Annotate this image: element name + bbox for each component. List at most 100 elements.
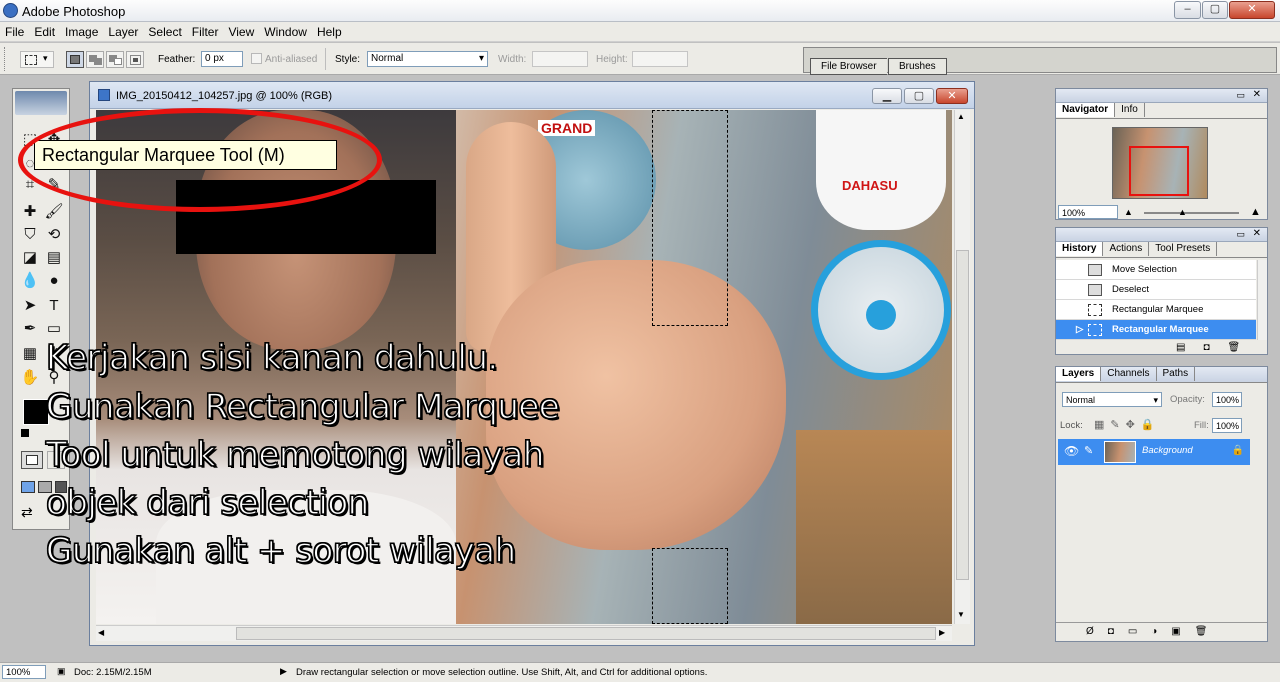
menu-image[interactable]: Image (60, 22, 103, 42)
screen-mode-standard-icon[interactable] (21, 481, 35, 493)
tab-info[interactable]: Info (1115, 103, 1145, 117)
intersect-selection-icon[interactable] (126, 51, 144, 68)
history-item[interactable]: Move Selection (1056, 260, 1256, 280)
lock-icons[interactable]: ▦✎✥🔒 (1094, 418, 1161, 431)
history-step-icon (1088, 284, 1102, 296)
notes-tool-icon[interactable]: ▦ (19, 343, 41, 365)
style-select[interactable]: Normal ▾ (367, 51, 488, 67)
menu-view[interactable]: View (223, 22, 259, 42)
zoom-in-icon[interactable]: ▲ (1250, 206, 1261, 218)
layer-thumbnail (1104, 441, 1136, 463)
tab-tool-presets[interactable]: Tool Presets (1149, 242, 1218, 256)
history-item[interactable]: Rectangular Marquee (1056, 300, 1256, 320)
vertical-scroll-thumb[interactable] (956, 250, 969, 580)
layers-footer-icons[interactable]: Ø◘▭◑▣🗑 (1056, 622, 1267, 641)
menu-filter[interactable]: Filter (187, 22, 224, 42)
tab-paths[interactable]: Paths (1157, 367, 1196, 381)
zoom-slider-thumb[interactable]: ▲ (1178, 207, 1187, 217)
navigator-palette-header[interactable]: ▭ ✕ (1056, 89, 1267, 103)
status-arrow-icon[interactable]: ▶ (280, 666, 287, 677)
opacity-label: Opacity: (1170, 394, 1205, 405)
tab-brushes[interactable]: Brushes (888, 58, 947, 75)
menu-select[interactable]: Select (143, 22, 186, 42)
palette-minimize-icon[interactable]: ▭ (1236, 229, 1245, 240)
height-input[interactable] (632, 51, 688, 67)
zoom-slider-track[interactable] (1144, 212, 1239, 214)
doc-minimize-button[interactable]: ▁ (872, 88, 902, 104)
type-tool-icon[interactable]: T (43, 295, 65, 317)
add-to-selection-icon[interactable] (86, 51, 104, 68)
eye-icon[interactable]: 👁 (1064, 444, 1079, 458)
anti-aliased-checkbox[interactable] (251, 53, 262, 64)
history-list: Move Selection Deselect Rectangular Marq… (1056, 260, 1256, 340)
history-scrollbar[interactable] (1257, 260, 1267, 340)
blend-mode-select[interactable]: Normal ▾ (1062, 392, 1162, 407)
menu-edit[interactable]: Edit (29, 22, 60, 42)
standard-mode-icon[interactable] (21, 451, 43, 469)
menu-window[interactable]: Window (259, 22, 312, 42)
healing-brush-icon[interactable]: ✚ (19, 201, 41, 223)
tab-channels[interactable]: Channels (1101, 367, 1157, 381)
scroll-right-arrow-icon[interactable]: ▶ (939, 628, 945, 637)
fill-input[interactable]: 100% (1212, 418, 1242, 433)
new-selection-icon[interactable] (66, 51, 84, 68)
document-title-bar[interactable]: IMG_20150412_104257.jpg @ 100% (RGB) ▁ ▢… (90, 82, 974, 109)
navigator-view-box[interactable] (1129, 146, 1189, 196)
navigator-thumbnail[interactable] (1112, 127, 1208, 199)
title-bar: Adobe Photoshop – ▢ ✕ (0, 0, 1280, 22)
tool-preset-picker[interactable]: ▾ (20, 51, 54, 68)
tab-navigator[interactable]: Navigator (1056, 103, 1116, 117)
history-palette-header[interactable]: ▭ ✕ (1056, 228, 1267, 242)
marquee-selection-bottom (652, 548, 728, 624)
history-brush-icon[interactable]: ⟲ (43, 224, 65, 246)
horizontal-scrollbar[interactable]: ◀ ▶ (96, 625, 952, 641)
eraser-tool-icon[interactable]: ◪ (19, 247, 41, 269)
scroll-down-arrow-icon[interactable]: ▼ (957, 610, 965, 619)
doc-close-button[interactable]: ✕ (936, 88, 968, 104)
menu-file[interactable]: File (0, 22, 29, 42)
pen-tool-icon[interactable]: ✒ (19, 318, 41, 340)
zoom-out-icon[interactable]: ▲ (1124, 207, 1133, 217)
shape-tool-icon[interactable]: ▭ (43, 318, 65, 340)
history-footer-icons[interactable]: ▤◘🗑 (1176, 342, 1258, 353)
dodge-tool-icon[interactable]: ● (43, 270, 65, 292)
opacity-input[interactable]: 100% (1212, 392, 1242, 407)
horizontal-scroll-thumb[interactable] (236, 627, 936, 640)
vertical-scrollbar[interactable]: ▲ ▼ (954, 110, 970, 624)
width-input[interactable] (532, 51, 588, 67)
maximize-button[interactable]: ▢ (1202, 1, 1228, 19)
gradient-tool-icon[interactable]: ▤ (43, 247, 65, 269)
history-item[interactable]: Deselect (1056, 280, 1256, 300)
palette-well: File Browser Brushes (803, 47, 1277, 75)
status-zoom-input[interactable]: 100% (2, 665, 46, 679)
feather-input[interactable]: 0 px (201, 51, 243, 67)
clone-stamp-icon[interactable]: ⛉ (19, 224, 41, 246)
menu-help[interactable]: Help (312, 22, 347, 42)
palette-minimize-icon[interactable]: ▭ (1236, 90, 1245, 101)
fill-label: Fill: (1194, 420, 1209, 431)
doc-maximize-button[interactable]: ▢ (904, 88, 934, 104)
plastic-bag (816, 110, 946, 230)
default-colors-icon[interactable] (21, 429, 29, 437)
palette-close-icon[interactable]: ✕ (1253, 228, 1261, 239)
menu-layer[interactable]: Layer (103, 22, 143, 42)
subtract-from-selection-icon[interactable] (106, 51, 124, 68)
tab-actions[interactable]: Actions (1103, 242, 1150, 256)
scroll-left-arrow-icon[interactable]: ◀ (98, 628, 104, 637)
history-item-selected[interactable]: ▷ Rectangular Marquee (1056, 320, 1256, 340)
scroll-up-arrow-icon[interactable]: ▲ (957, 112, 965, 121)
blur-tool-icon[interactable]: 💧 (19, 270, 41, 292)
minimize-button[interactable]: – (1174, 1, 1201, 19)
palette-close-icon[interactable]: ✕ (1253, 89, 1261, 100)
hand-tool-icon[interactable]: ✋ (19, 367, 41, 389)
tab-layers[interactable]: Layers (1056, 367, 1102, 381)
tab-history[interactable]: History (1056, 242, 1104, 256)
brush-tool-icon[interactable]: 🖌 (43, 201, 65, 223)
navigator-zoom-input[interactable]: 100% (1058, 205, 1118, 219)
close-button[interactable]: ✕ (1229, 1, 1275, 19)
layer-row-background[interactable]: 👁 ✎ Background 🔒 (1058, 439, 1250, 465)
path-selection-icon[interactable]: ➤ (19, 295, 41, 317)
options-grip[interactable] (4, 47, 7, 71)
tab-file-browser[interactable]: File Browser (810, 58, 887, 75)
marquee-step-icon (1088, 304, 1102, 316)
